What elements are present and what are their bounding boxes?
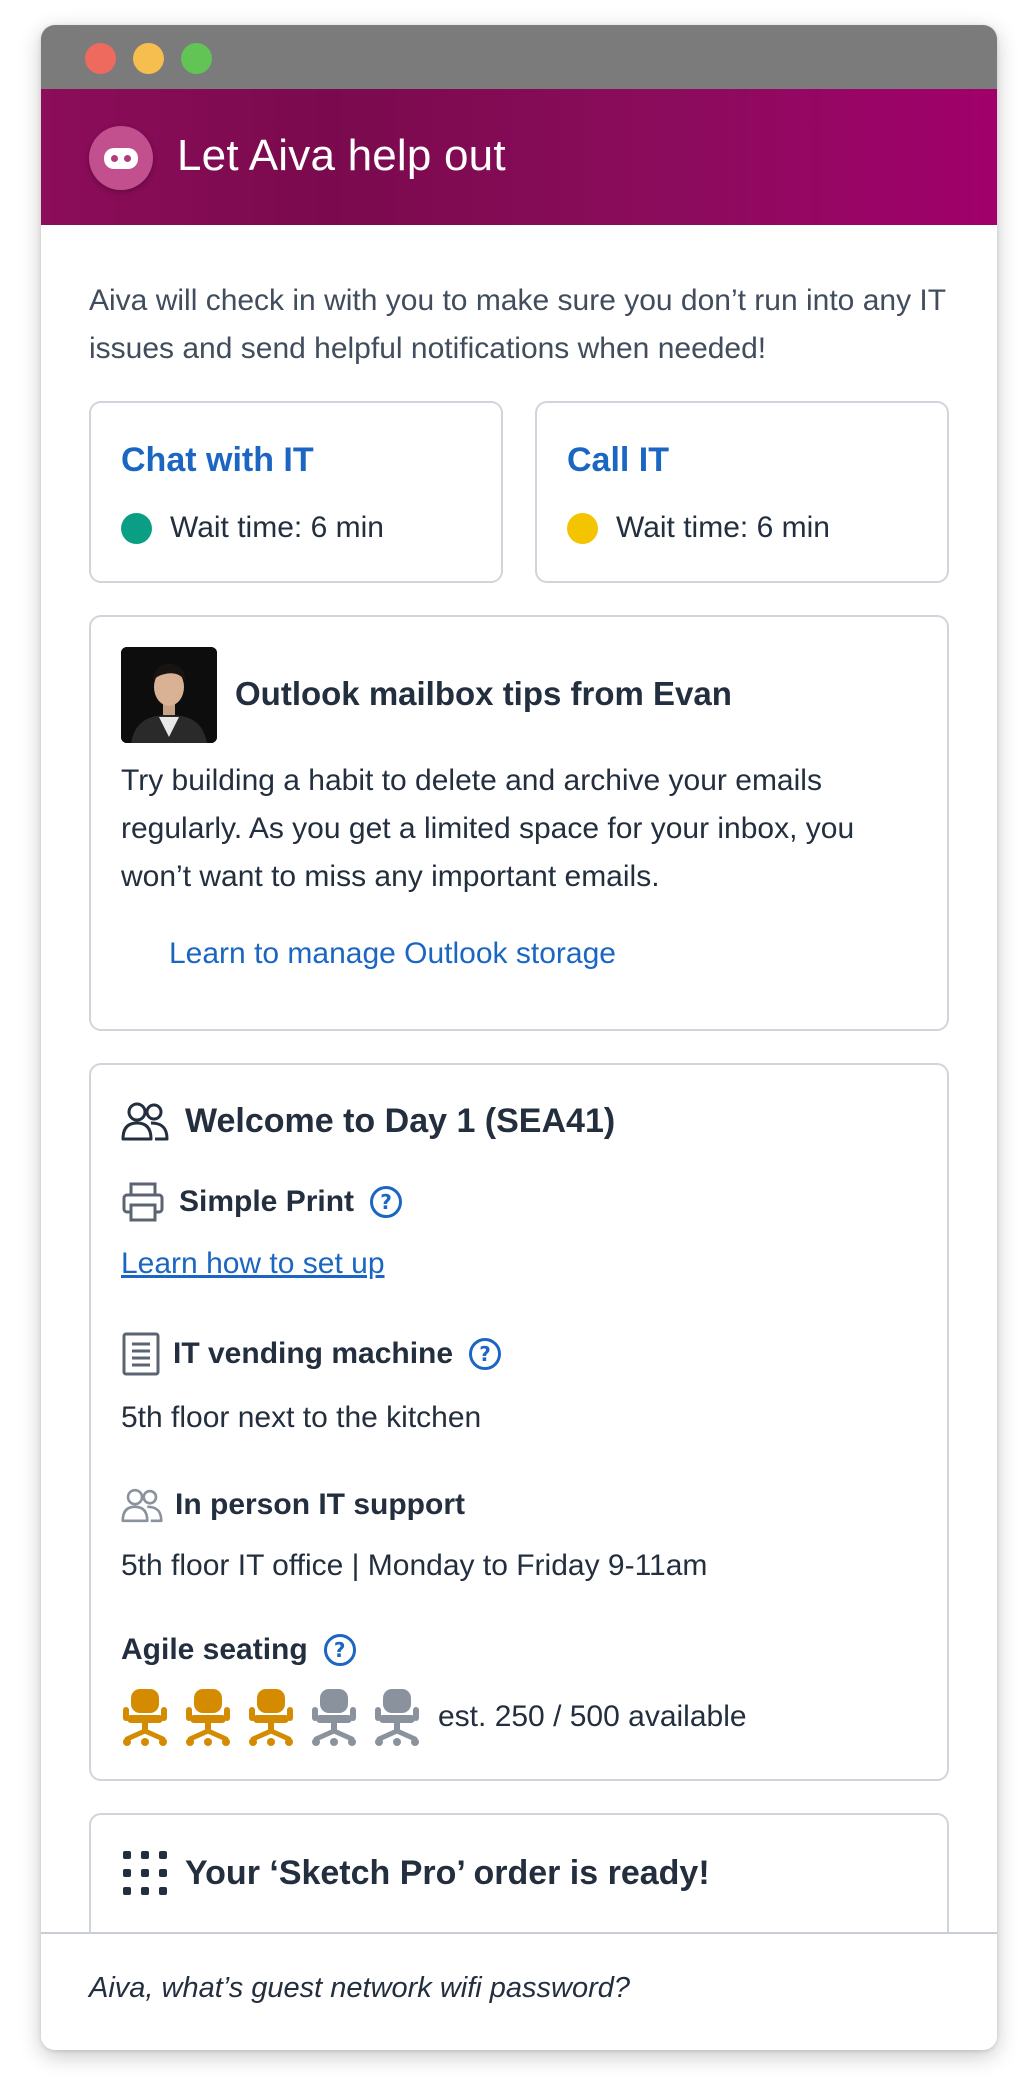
agile-seating-row: Agile seating ? [121, 1633, 356, 1667]
call-it-card[interactable]: Call IT Wait time: 6 min [535, 401, 949, 583]
order-header: Your ‘Sketch Pro’ order is ready! [121, 1849, 710, 1897]
occupied-chair-icon [249, 1689, 293, 1746]
printer-icon [122, 1182, 164, 1222]
vending-machine-location: 5th floor next to the kitchen [121, 1401, 482, 1434]
it-support-label: In person IT support [175, 1488, 465, 1521]
occupied-chair-icon [186, 1689, 230, 1746]
grid-icon [123, 1851, 167, 1895]
day1-header: Welcome to Day 1 (SEA41) [121, 1101, 615, 1141]
simple-print-help-icon[interactable]: ? [370, 1186, 403, 1218]
close-window-button[interactable] [85, 43, 116, 74]
vending-machine-label: IT vending machine [173, 1337, 454, 1370]
minimize-window-button[interactable] [133, 43, 164, 74]
simple-print-label: Simple Print [179, 1185, 355, 1218]
agile-seating-help-icon[interactable]: ? [323, 1634, 356, 1666]
vending-machine-row: IT vending machine ? [121, 1331, 502, 1377]
order-ready-card[interactable]: Your ‘Sketch Pro’ order is ready! [89, 1813, 949, 1932]
call-wait-label: Wait time: 6 min [616, 511, 830, 544]
status-dot-icon [121, 512, 152, 544]
people-icon [121, 1488, 163, 1523]
occupied-chair-icon [123, 1689, 167, 1746]
agile-seating-label: Agile seating [121, 1633, 308, 1666]
manage-outlook-storage-link[interactable]: Learn to manage Outlook storage [169, 937, 616, 971]
intro-text: Aiva will check in with you to make sure… [89, 284, 946, 365]
chat-wait-label: Wait time: 6 min [170, 511, 384, 544]
order-title: Your ‘Sketch Pro’ order is ready! [185, 1853, 710, 1892]
day1-title: Welcome to Day 1 (SEA41) [185, 1101, 616, 1140]
it-support-row: In person IT support [121, 1487, 465, 1523]
title-bar [41, 25, 997, 89]
setup-print-link[interactable]: Learn how to set up [121, 1247, 385, 1281]
call-it-link[interactable]: Call IT [567, 441, 669, 480]
suggested-prompt[interactable]: Aiva, what’s guest network wifi password… [89, 1972, 630, 2005]
app-window: Let Aiva help out Aiva will check in wit… [41, 25, 997, 2050]
bot-avatar-icon [89, 126, 153, 190]
prompt-bar[interactable]: Aiva, what’s guest network wifi password… [41, 1932, 997, 2050]
available-chair-icon [312, 1689, 356, 1746]
maximize-window-button[interactable] [181, 43, 212, 74]
chat-with-it-card[interactable]: Chat with IT Wait time: 6 min [89, 401, 503, 583]
call-wait-time: Wait time: 6 min [567, 511, 830, 545]
people-icon [121, 1102, 169, 1141]
tip-title: Outlook mailbox tips from Evan [235, 675, 732, 712]
vending-machine-help-icon[interactable]: ? [469, 1338, 502, 1370]
seat-availability: est. 250 / 500 available [121, 1687, 747, 1747]
it-support-hours: 5th floor IT office | Monday to Friday 9… [121, 1549, 708, 1582]
welcome-day1-card: Welcome to Day 1 (SEA41) Simple Print ? … [89, 1063, 949, 1781]
chat-wait-time: Wait time: 6 min [121, 511, 384, 545]
tip-body: Try building a habit to delete and archi… [121, 764, 855, 893]
header-title: Let Aiva help out [177, 131, 506, 180]
seat-count: est. 250 / 500 available [438, 1700, 747, 1733]
document-icon [122, 1332, 160, 1376]
app-header: Let Aiva help out [41, 89, 997, 225]
outlook-tips-card: Outlook mailbox tips from Evan Try build… [89, 615, 949, 1031]
simple-print-row: Simple Print ? [121, 1181, 403, 1223]
available-chair-icon [375, 1689, 419, 1746]
evan-avatar [121, 647, 217, 743]
chat-with-it-link[interactable]: Chat with IT [121, 441, 314, 480]
main-content[interactable]: Aiva will check in with you to make sure… [41, 225, 997, 1932]
status-dot-icon [567, 512, 598, 544]
